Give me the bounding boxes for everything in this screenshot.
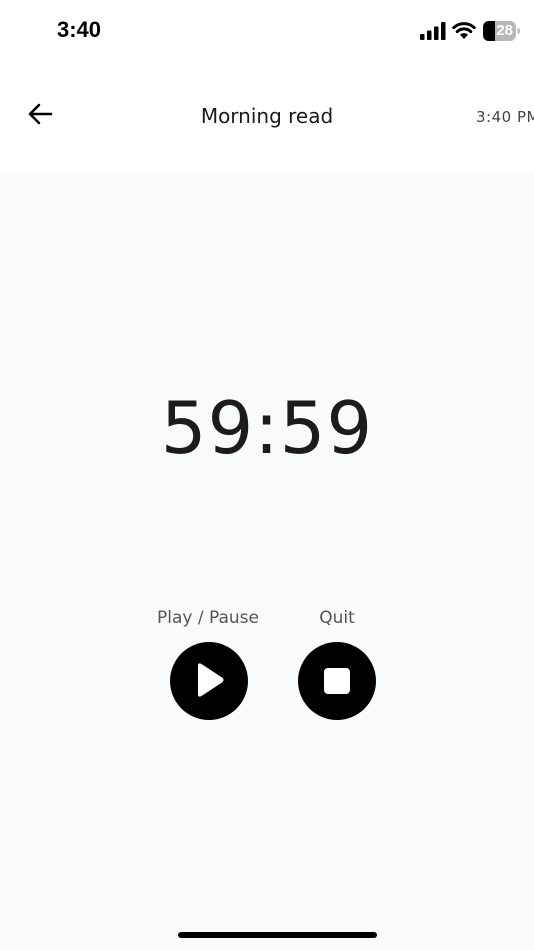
timer-screen: 59:59 Play / Pause Quit <box>0 173 534 950</box>
nav-bar: Morning read 3:40 PM <box>0 60 534 173</box>
countdown-timer: 59:59 <box>160 386 374 470</box>
play-pause-button[interactable] <box>170 642 248 720</box>
quit-label: Quit <box>319 608 355 628</box>
status-bar: 3:40 28 <box>0 0 534 60</box>
wifi-icon <box>452 22 476 39</box>
play-pause-label: Play / Pause <box>157 608 259 628</box>
play-icon <box>198 663 224 697</box>
battery-icon: 28 <box>483 21 520 41</box>
nav-time: 3:40 PM <box>476 108 534 126</box>
battery-level: 28 <box>496 22 513 39</box>
status-time: 3:40 <box>57 17 102 42</box>
page-title: Morning read <box>200 104 334 128</box>
signal-icon <box>420 22 446 40</box>
home-indicator <box>178 932 377 938</box>
quit-button[interactable] <box>298 642 376 720</box>
stop-icon <box>324 668 350 694</box>
